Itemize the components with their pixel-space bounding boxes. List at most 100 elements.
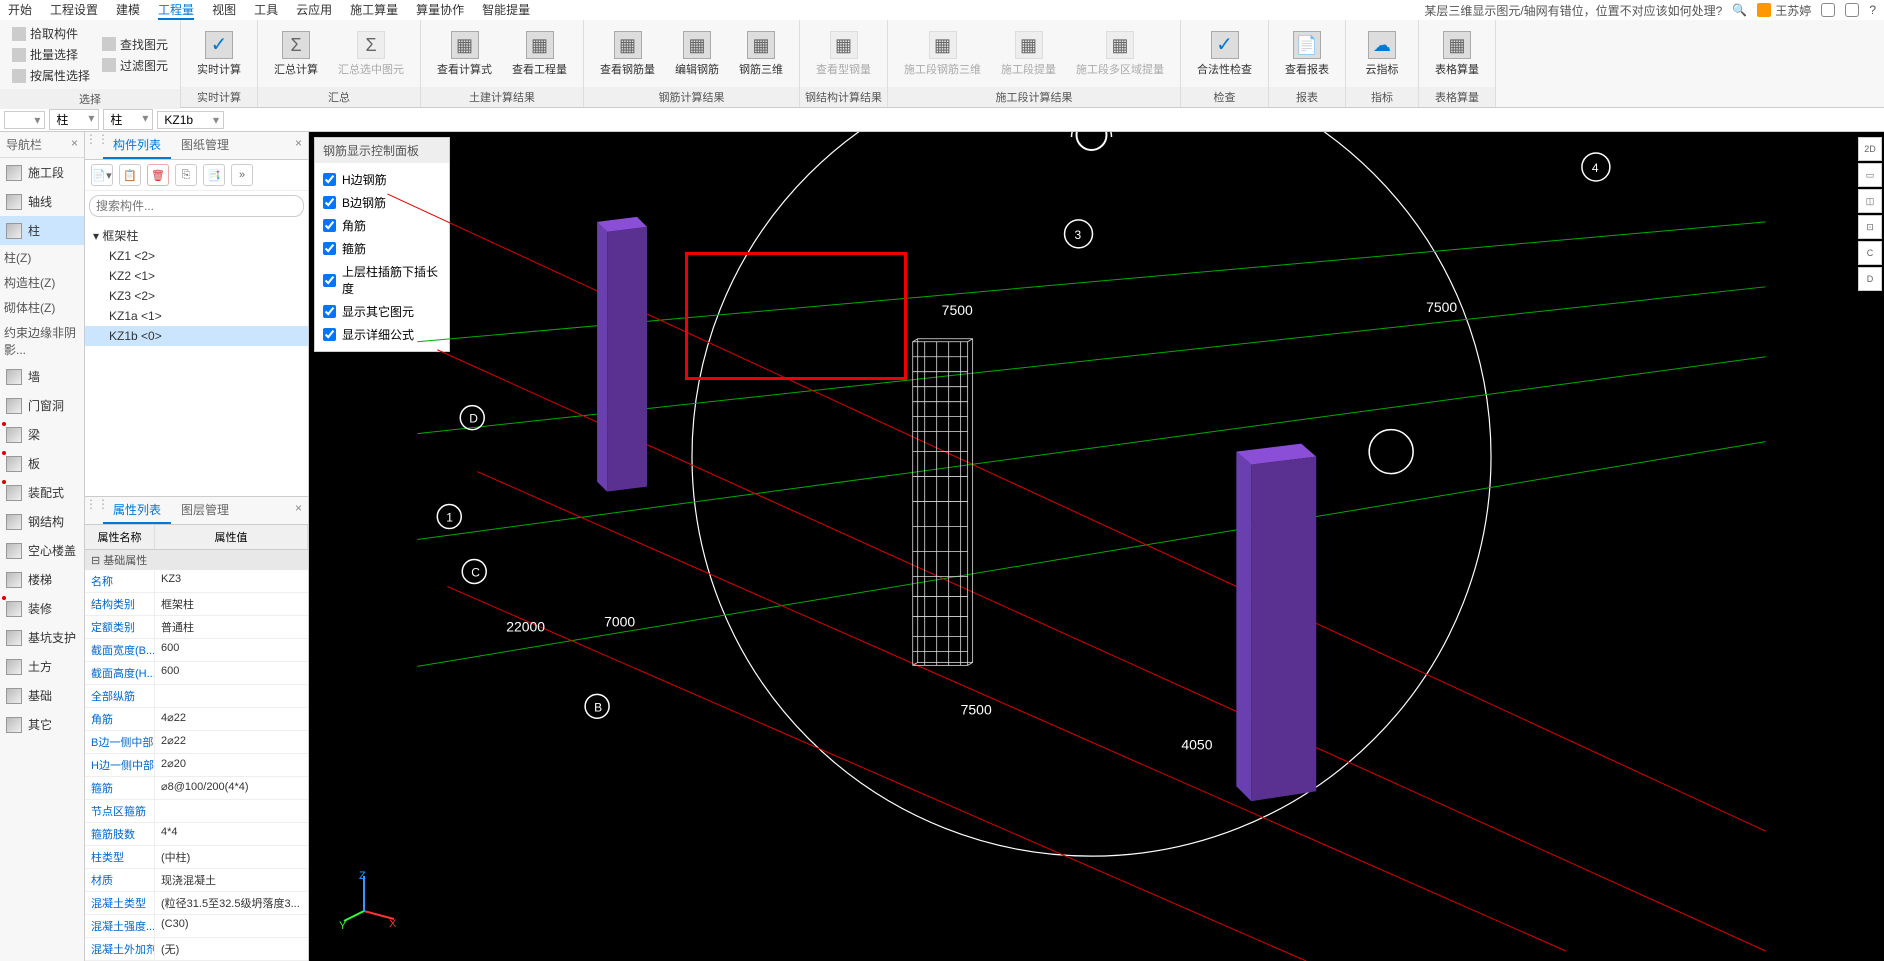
- nav-item-其它[interactable]: 其它: [0, 710, 84, 739]
- prop-val[interactable]: 600: [155, 639, 308, 661]
- rb-查看工程量[interactable]: 查看工程量: [504, 29, 575, 79]
- nav-sub-构造柱(Z)[interactable]: 构造柱(Z): [0, 270, 84, 295]
- menu-工程量[interactable]: 工程量: [158, 1, 194, 20]
- nav-item-墙[interactable]: 墙: [0, 362, 84, 391]
- selector-0[interactable]: [4, 111, 45, 129]
- prop-close-icon[interactable]: ×: [289, 497, 308, 524]
- rb-编辑钢筋[interactable]: 编辑钢筋: [667, 29, 727, 79]
- nav-item-施工段[interactable]: 施工段: [0, 158, 84, 187]
- prop-val[interactable]: 框架柱: [155, 593, 308, 615]
- rb-钢筋三维[interactable]: 钢筋三维: [731, 29, 791, 79]
- tree-item[interactable]: KZ1b <0>: [85, 326, 308, 346]
- notify-icon[interactable]: [1845, 3, 1859, 17]
- tree-item[interactable]: KZ2 <1>: [85, 266, 308, 286]
- nav-item-基础[interactable]: 基础: [0, 681, 84, 710]
- view-3d-button[interactable]: ▭: [1858, 163, 1882, 187]
- tab-layer-mgr[interactable]: 图层管理: [171, 497, 239, 524]
- copy2-button[interactable]: ⎘: [175, 164, 197, 186]
- nav-item-空心楼盖[interactable]: 空心楼盖: [0, 536, 84, 565]
- tree-item[interactable]: KZ1 <2>: [85, 246, 308, 266]
- rb-表格算量[interactable]: 表格算量: [1427, 29, 1487, 79]
- help-q-icon[interactable]: ?: [1869, 3, 1876, 17]
- prop-row[interactable]: H边一侧中部筋2⌀20: [85, 754, 308, 777]
- nav-item-梁[interactable]: 梁: [0, 420, 84, 449]
- prop-row[interactable]: 角筋4⌀22: [85, 708, 308, 731]
- user-badge[interactable]: 王苏婷: [1757, 2, 1811, 19]
- rb-查看计算式[interactable]: 查看计算式: [429, 29, 500, 79]
- prop-row[interactable]: 混凝土类型(粒径31.5至32.5级坍落度3...: [85, 892, 308, 915]
- prop-val[interactable]: [155, 685, 308, 707]
- tab-prop-list[interactable]: 属性列表: [103, 497, 171, 524]
- prop-val[interactable]: 600: [155, 662, 308, 684]
- nav-sub-约束边缘非阴影...[interactable]: 约束边缘非阴影...: [0, 320, 84, 362]
- headset-icon[interactable]: [1821, 3, 1835, 17]
- prop-val[interactable]: 2⌀20: [155, 754, 308, 776]
- view-c-button[interactable]: C: [1858, 241, 1882, 265]
- view-d-button[interactable]: D: [1858, 267, 1882, 291]
- nav-item-基坑支护[interactable]: 基坑支护: [0, 623, 84, 652]
- prop-row[interactable]: 箍筋⌀8@100/200(4*4): [85, 777, 308, 800]
- nav-item-柱[interactable]: 柱: [0, 216, 84, 245]
- panel-drag-icon[interactable]: ⋮⋮: [85, 132, 103, 159]
- more-button[interactable]: »: [231, 164, 253, 186]
- nav-item-钢结构[interactable]: 钢结构: [0, 507, 84, 536]
- rb-拾取构件[interactable]: 拾取构件: [8, 24, 94, 43]
- tree-group[interactable]: ▾ 框架柱: [85, 225, 308, 246]
- prop-row[interactable]: 箍筋肢数4*4: [85, 823, 308, 846]
- rb-查看报表[interactable]: 查看报表: [1277, 29, 1337, 79]
- prop-group[interactable]: ⊟ 基础属性: [85, 550, 308, 570]
- prop-row[interactable]: 全部纵筋: [85, 685, 308, 708]
- prop-val[interactable]: 普通柱: [155, 616, 308, 638]
- prop-row[interactable]: 混凝土强度...(C30): [85, 915, 308, 938]
- prop-row[interactable]: 材质现浇混凝土: [85, 869, 308, 892]
- selector-2[interactable]: 柱: [103, 109, 153, 130]
- rb-实时计算[interactable]: 实时计算: [189, 29, 249, 79]
- axis-gizmo[interactable]: X Y Z: [339, 871, 399, 931]
- view-cube-button[interactable]: ◫: [1858, 189, 1882, 213]
- copy-button[interactable]: 📋: [119, 164, 141, 186]
- panel-close-icon[interactable]: ×: [289, 132, 308, 159]
- menu-算量协作[interactable]: 算量协作: [416, 1, 464, 20]
- nav-item-土方[interactable]: 土方: [0, 652, 84, 681]
- prop-val[interactable]: 现浇混凝土: [155, 869, 308, 891]
- menu-工具[interactable]: 工具: [254, 1, 278, 20]
- rb-批量选择[interactable]: 批量选择: [8, 45, 94, 64]
- nav-item-门窗洞[interactable]: 门窗洞: [0, 391, 84, 420]
- tree-item[interactable]: KZ3 <2>: [85, 286, 308, 306]
- nav-item-轴线[interactable]: 轴线: [0, 187, 84, 216]
- prop-val[interactable]: 4⌀22: [155, 708, 308, 730]
- rb-合法性检查[interactable]: 合法性检查: [1189, 29, 1260, 79]
- rb-按属性选择[interactable]: 按属性选择: [8, 66, 94, 85]
- nav-close-icon[interactable]: ×: [71, 136, 78, 153]
- menu-开始[interactable]: 开始: [8, 1, 32, 20]
- prop-val[interactable]: (中柱): [155, 846, 308, 868]
- rb-云指标[interactable]: 云指标: [1354, 29, 1410, 79]
- tab-component-list[interactable]: 构件列表: [103, 132, 171, 159]
- tree-item[interactable]: KZ1a <1>: [85, 306, 308, 326]
- rb-过滤图元[interactable]: 过滤图元: [98, 56, 172, 75]
- paste-button[interactable]: 📑: [203, 164, 225, 186]
- rb-汇总计算[interactable]: 汇总计算: [266, 29, 326, 79]
- delete-button[interactable]: 🗑: [147, 164, 169, 186]
- nav-item-装配式[interactable]: 装配式: [0, 478, 84, 507]
- prop-row[interactable]: 柱类型(中柱): [85, 846, 308, 869]
- nav-item-装修[interactable]: 装修: [0, 594, 84, 623]
- search-icon[interactable]: 🔍: [1732, 3, 1747, 17]
- prop-row[interactable]: B边一侧中部筋2⌀22: [85, 731, 308, 754]
- viewport-canvas[interactable]: 3 4 D 1 C B: [309, 132, 1884, 961]
- prop-val[interactable]: 2⌀22: [155, 731, 308, 753]
- menu-智能提量[interactable]: 智能提量: [482, 1, 530, 20]
- view-zoom-button[interactable]: ⊡: [1858, 215, 1882, 239]
- nav-sub-柱(Z)[interactable]: 柱(Z): [0, 245, 84, 270]
- prop-val[interactable]: (无): [155, 938, 308, 960]
- menu-施工算量[interactable]: 施工算量: [350, 1, 398, 20]
- prop-row[interactable]: 定额类别普通柱: [85, 616, 308, 639]
- rb-查看钢筋量[interactable]: 查看钢筋量: [592, 29, 663, 79]
- prop-row[interactable]: 名称KZ3: [85, 570, 308, 593]
- nav-item-楼梯[interactable]: 楼梯: [0, 565, 84, 594]
- rb-查找图元[interactable]: 查找图元: [98, 35, 172, 54]
- prop-row[interactable]: 混凝土外加剂(无): [85, 938, 308, 961]
- prop-val[interactable]: 4*4: [155, 823, 308, 845]
- prop-val[interactable]: (粒径31.5至32.5级坍落度3...: [155, 892, 308, 914]
- prop-val[interactable]: KZ3: [155, 570, 308, 592]
